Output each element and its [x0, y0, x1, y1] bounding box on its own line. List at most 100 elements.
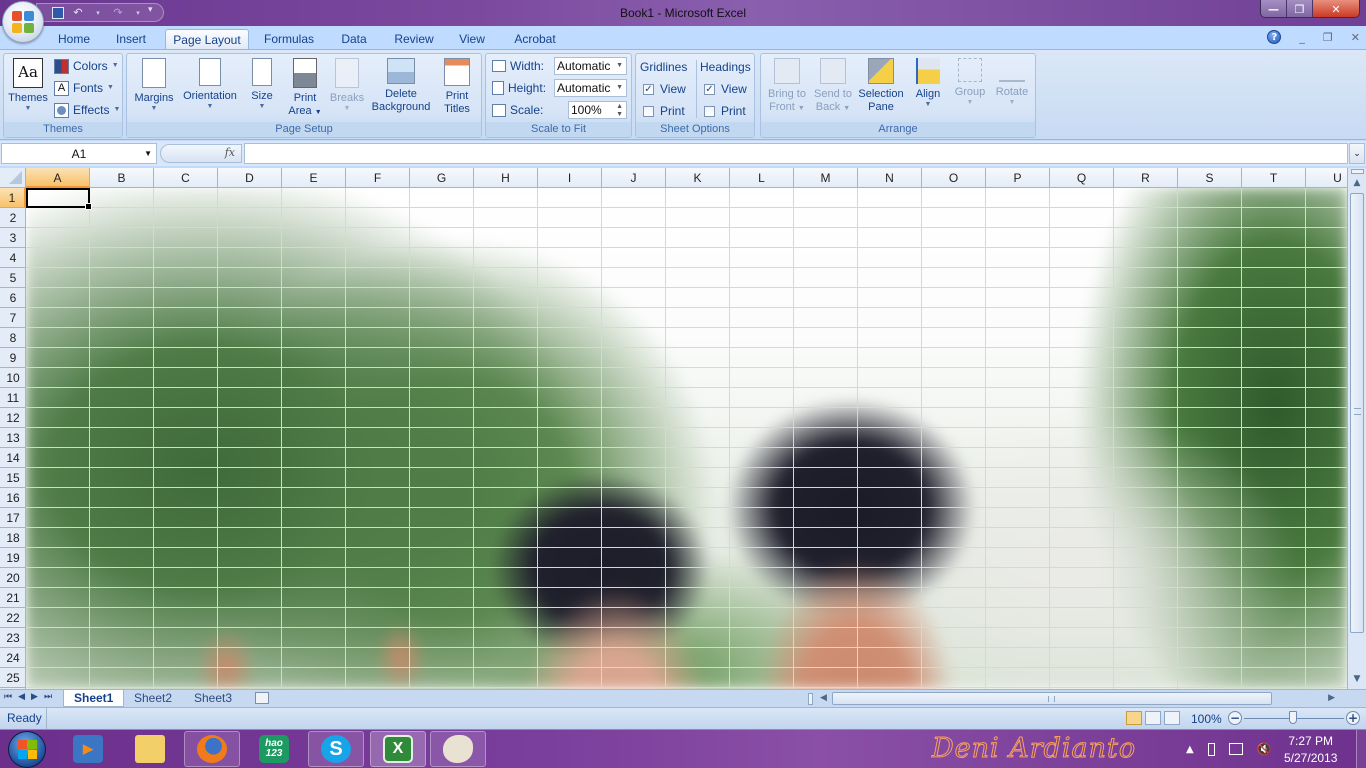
row-header-12[interactable]: 12	[0, 408, 26, 428]
normal-view-button[interactable]	[1126, 711, 1142, 725]
row-header-5[interactable]: 5	[0, 268, 26, 288]
scroll-right-arrow-icon[interactable]: ▶	[1328, 691, 1335, 706]
send-to-back-button[interactable]: Send to Back ▼	[810, 58, 856, 115]
horizontal-scroll-thumb[interactable]	[832, 692, 1272, 705]
vertical-scrollbar[interactable]: ▲ ▼	[1347, 168, 1366, 689]
workbook-close-button[interactable]: ✕	[1351, 31, 1360, 44]
horizontal-split-handle[interactable]	[808, 693, 813, 705]
column-header-c[interactable]: C	[154, 168, 218, 188]
zoom-in-button[interactable]: +	[1346, 711, 1360, 725]
column-header-r[interactable]: R	[1114, 168, 1178, 188]
row-header-17[interactable]: 17	[0, 508, 26, 528]
column-header-b[interactable]: B	[90, 168, 154, 188]
scroll-left-arrow-icon[interactable]: ◀	[820, 691, 827, 706]
name-box[interactable]: A1 ▼	[1, 143, 157, 164]
row-header-24[interactable]: 24	[0, 648, 26, 668]
row-header-18[interactable]: 18	[0, 528, 26, 548]
vertical-split-handle[interactable]	[1351, 169, 1364, 174]
row-header-15[interactable]: 15	[0, 468, 26, 488]
workbook-minimize-button[interactable]: _	[1299, 31, 1305, 44]
scroll-up-arrow-icon[interactable]: ▲	[1349, 175, 1365, 191]
row-header-16[interactable]: 16	[0, 488, 26, 508]
zoom-slider-thumb[interactable]	[1289, 711, 1297, 724]
column-header-q[interactable]: Q	[1050, 168, 1114, 188]
column-header-d[interactable]: D	[218, 168, 282, 188]
office-button[interactable]	[2, 1, 44, 43]
row-header-3[interactable]: 3	[0, 228, 26, 248]
tab-review[interactable]: Review	[388, 29, 440, 49]
size-button[interactable]: Size ▼	[247, 58, 277, 111]
row-header-8[interactable]: 8	[0, 328, 26, 348]
show-hidden-icons-icon[interactable]: ▲	[1186, 744, 1194, 755]
formula-input[interactable]	[244, 143, 1348, 164]
tab-view[interactable]: View	[452, 29, 492, 49]
sheet-tab-sheet3[interactable]: Sheet3	[184, 690, 242, 707]
row-header-21[interactable]: 21	[0, 588, 26, 608]
bring-to-front-button[interactable]: Bring to Front ▼	[764, 58, 810, 115]
row-header-1[interactable]: 1	[0, 188, 26, 208]
column-header-j[interactable]: J	[602, 168, 666, 188]
selection-pane-button[interactable]: Selection Pane	[856, 58, 906, 114]
tab-data[interactable]: Data	[334, 29, 374, 49]
row-header-23[interactable]: 23	[0, 628, 26, 648]
row-header-2[interactable]: 2	[0, 208, 26, 228]
margins-button[interactable]: Margins ▼	[131, 58, 177, 113]
name-box-dropdown-icon[interactable]: ▼	[144, 144, 152, 164]
row-header-22[interactable]: 22	[0, 608, 26, 628]
taskbar-excel[interactable]: X	[370, 731, 426, 767]
vertical-scroll-thumb[interactable]	[1350, 193, 1364, 633]
rotate-button[interactable]: Rotate ▼	[991, 58, 1033, 107]
taskbar-explorer[interactable]	[122, 731, 178, 767]
select-all-button[interactable]	[0, 168, 26, 188]
tab-acrobat[interactable]: Acrobat	[506, 29, 564, 49]
column-header-i[interactable]: I	[538, 168, 602, 188]
taskbar-paint[interactable]	[430, 731, 486, 767]
print-area-button[interactable]: Print Area ▼	[285, 58, 325, 119]
column-header-h[interactable]: H	[474, 168, 538, 188]
network-icon[interactable]	[1228, 743, 1243, 755]
worksheet-grid[interactable]: ABCDEFGHIJKLMNOPQRSTU 1 2 3 4 5 6 7 8 9 10 11 12 13 1…	[0, 168, 1347, 689]
row-header-11[interactable]: 11	[0, 388, 26, 408]
scroll-down-arrow-icon[interactable]: ▼	[1349, 671, 1365, 687]
column-header-k[interactable]: K	[666, 168, 730, 188]
group-button[interactable]: Group ▼	[951, 58, 989, 107]
expand-formula-bar-button[interactable]: ⌄	[1349, 143, 1365, 164]
battery-icon[interactable]	[1207, 742, 1215, 756]
gridlines-view-checkbox[interactable]: ✓ View	[643, 82, 686, 96]
workbook-restore-button[interactable]: ❐	[1323, 31, 1333, 44]
height-select[interactable]: Automatic ▼	[554, 79, 627, 97]
insert-worksheet-icon[interactable]	[255, 692, 269, 704]
first-sheet-icon[interactable]: ⏮	[4, 692, 12, 702]
tab-formulas[interactable]: Formulas	[258, 29, 320, 49]
row-header-25[interactable]: 25	[0, 668, 26, 688]
insert-function-button[interactable]: fx	[225, 146, 235, 159]
sheet-tab-sheet2[interactable]: Sheet2	[124, 690, 182, 707]
next-sheet-icon[interactable]: ▶	[31, 692, 38, 702]
taskbar-skype[interactable]: S	[308, 731, 364, 767]
column-header-s[interactable]: S	[1178, 168, 1242, 188]
width-select[interactable]: Automatic ▼	[554, 57, 627, 75]
row-header-6[interactable]: 6	[0, 288, 26, 308]
horizontal-scrollbar[interactable]: ◀ ▶	[808, 691, 1343, 706]
align-button[interactable]: Align ▼	[911, 58, 945, 109]
zoom-out-button[interactable]: −	[1228, 711, 1242, 725]
column-header-t[interactable]: T	[1242, 168, 1306, 188]
colors-button[interactable]: Colors ▼	[54, 57, 119, 75]
taskbar-hao123[interactable]: hao 123	[246, 731, 302, 767]
breaks-button[interactable]: Breaks ▼	[327, 58, 367, 113]
column-header-g[interactable]: G	[410, 168, 474, 188]
column-header-a[interactable]: A	[26, 168, 90, 188]
active-cell-a1[interactable]	[26, 188, 92, 210]
zoom-level[interactable]: 100%	[1191, 712, 1222, 726]
row-header-9[interactable]: 9	[0, 348, 26, 368]
volume-muted-icon[interactable]: 🔇	[1257, 742, 1272, 756]
minimize-button[interactable]: —	[1261, 0, 1287, 17]
row-header-10[interactable]: 10	[0, 368, 26, 388]
tab-page-layout[interactable]: Page Layout	[165, 29, 249, 49]
taskbar-firefox[interactable]	[184, 731, 240, 767]
row-header-7[interactable]: 7	[0, 308, 26, 328]
column-header-e[interactable]: E	[282, 168, 346, 188]
prev-sheet-icon[interactable]: ◀	[18, 692, 25, 702]
row-header-19[interactable]: 19	[0, 548, 26, 568]
page-layout-view-button[interactable]	[1145, 711, 1161, 725]
